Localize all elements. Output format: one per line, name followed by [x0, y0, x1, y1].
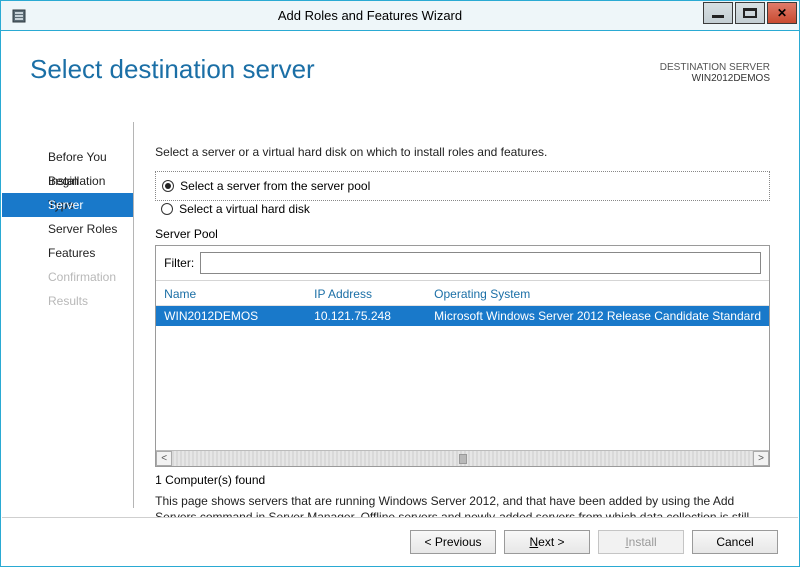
- server-row[interactable]: WIN2012DEMOS 10.121.75.248 Microsoft Win…: [156, 306, 769, 326]
- server-list[interactable]: WIN2012DEMOS 10.121.75.248 Microsoft Win…: [156, 306, 769, 450]
- window-title: Add Roles and Features Wizard: [37, 1, 703, 30]
- col-ip[interactable]: IP Address: [314, 287, 434, 301]
- radio-server-pool-group[interactable]: Select a server from the server pool: [155, 171, 770, 201]
- server-manager-icon: [11, 8, 27, 24]
- radio-vhd-label: Select a virtual hard disk: [179, 202, 310, 216]
- separator-line: [133, 122, 134, 508]
- sidebar-item-features[interactable]: Features: [2, 241, 133, 265]
- minimize-button[interactable]: [703, 2, 733, 24]
- columns: Before You Begin Installation Type Serve…: [2, 117, 798, 516]
- sidebar-item-installation-type[interactable]: Installation Type: [2, 169, 133, 193]
- header-area: Select destination server DESTINATION SE…: [2, 32, 798, 117]
- app-icon: [1, 1, 37, 30]
- horizontal-scrollbar[interactable]: < >: [156, 450, 769, 466]
- close-button[interactable]: [767, 2, 797, 24]
- scroll-right-button[interactable]: >: [753, 451, 769, 466]
- server-pool-label: Server Pool: [155, 227, 770, 241]
- sidebar-item-server-roles[interactable]: Server Roles: [2, 217, 133, 241]
- computers-found: 1 Computer(s) found: [155, 473, 770, 487]
- cancel-button[interactable]: Cancel: [692, 530, 778, 554]
- scroll-track[interactable]: [172, 451, 753, 466]
- server-name: WIN2012DEMOS: [164, 306, 314, 326]
- server-os: Microsoft Windows Server 2012 Release Ca…: [434, 306, 761, 326]
- filter-input[interactable]: [200, 252, 761, 274]
- radio-server-pool-label: Select a server from the server pool: [180, 179, 370, 193]
- col-os[interactable]: Operating System: [434, 287, 761, 301]
- server-pool-box: Filter: Name IP Address Operating System…: [155, 245, 770, 467]
- sidebar-item-before-you-begin[interactable]: Before You Begin: [2, 145, 133, 169]
- wizard-sidebar: Before You Begin Installation Type Serve…: [2, 117, 133, 516]
- instruction-text: Select a server or a virtual hard disk o…: [155, 145, 770, 159]
- destination-value: WIN2012DEMOS: [660, 73, 770, 84]
- wizard-body: Select destination server DESTINATION SE…: [2, 32, 798, 516]
- titlebar: Add Roles and Features Wizard: [1, 1, 799, 31]
- next-button-label: Next >: [529, 535, 564, 549]
- button-bar: < Previous Next > Install Cancel: [2, 517, 798, 565]
- column-headers: Name IP Address Operating System: [156, 281, 769, 306]
- install-button-label: Install: [625, 535, 656, 549]
- next-button[interactable]: Next >: [504, 530, 590, 554]
- cancel-button-label: Cancel: [716, 535, 753, 549]
- wizard-window: Add Roles and Features Wizard Select des…: [0, 0, 800, 567]
- content-area: Select a server or a virtual hard disk o…: [133, 117, 798, 516]
- install-button: Install: [598, 530, 684, 554]
- previous-button[interactable]: < Previous: [410, 530, 496, 554]
- sidebar-item-confirmation: Confirmation: [2, 265, 133, 289]
- destination-label: DESTINATION SERVER: [660, 62, 770, 73]
- scroll-grip-icon: [459, 454, 467, 464]
- sidebar-item-server-selection[interactable]: Server Selection: [2, 193, 133, 217]
- scroll-left-button[interactable]: <: [156, 451, 172, 466]
- col-name[interactable]: Name: [164, 287, 314, 301]
- filter-row: Filter:: [156, 246, 769, 281]
- window-controls: [703, 1, 799, 30]
- server-ip: 10.121.75.248: [314, 306, 434, 326]
- radio-vhd[interactable]: [161, 203, 173, 215]
- filter-label: Filter:: [164, 256, 194, 270]
- radio-server-pool[interactable]: [162, 180, 174, 192]
- previous-button-label: < Previous: [424, 535, 481, 549]
- destination-block: DESTINATION SERVER WIN2012DEMOS: [660, 62, 770, 84]
- maximize-button[interactable]: [735, 2, 765, 24]
- sidebar-item-results: Results: [2, 289, 133, 313]
